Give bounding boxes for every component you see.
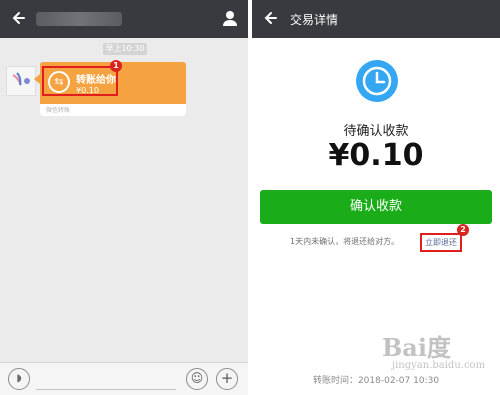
avatar[interactable] [6,66,36,96]
transfer-bubble-footer-label: 微信转账 [46,107,71,114]
confirm-receipt-button[interactable]: 确认收款 [260,190,492,224]
refund-notice: 1天内未确认，将退还给对方。 [290,237,400,246]
chat-input-field[interactable] [36,389,176,390]
page-title: 交易详情 [290,13,339,27]
watermark-logo-text: Bai度 [382,333,451,362]
detail-top-bar: 交易详情 [252,0,500,38]
back-arrow-icon[interactable] [260,7,282,29]
back-arrow-icon[interactable] [8,7,30,29]
refund-now-link[interactable]: 立即退还 [420,233,462,252]
watermark-subtext: jingyan.baidu.com [392,360,486,371]
voice-icon[interactable]: ◗ [8,368,30,390]
person-icon[interactable] [220,8,240,28]
blurred-contact-name [36,12,122,26]
chat-time-label: 早上10:30 [103,43,147,55]
chat-top-bar [0,0,248,38]
baidu-watermark: Bai度 jingyan.baidu.com [382,322,498,386]
avatar-image-icon [12,72,30,86]
clock-icon [356,60,398,102]
highlight-box-transfer [42,66,118,96]
step-marker-2: 2 [457,224,469,236]
chat-screen: 早上10:30 ⇆ 转账给你 ¥0.10 微信转账 1 ◗ ☺ + [0,0,248,395]
plus-icon[interactable]: + [216,368,238,390]
status-text: 待确认收款 [343,124,409,139]
amount-text: ¥0.10 [328,138,424,173]
chat-input-bar: ◗ ☺ + [0,362,248,395]
transfer-bubble-footer: 微信转账 [40,104,186,116]
step-marker-1: 1 [110,60,122,72]
emoji-icon[interactable]: ☺ [186,368,208,390]
